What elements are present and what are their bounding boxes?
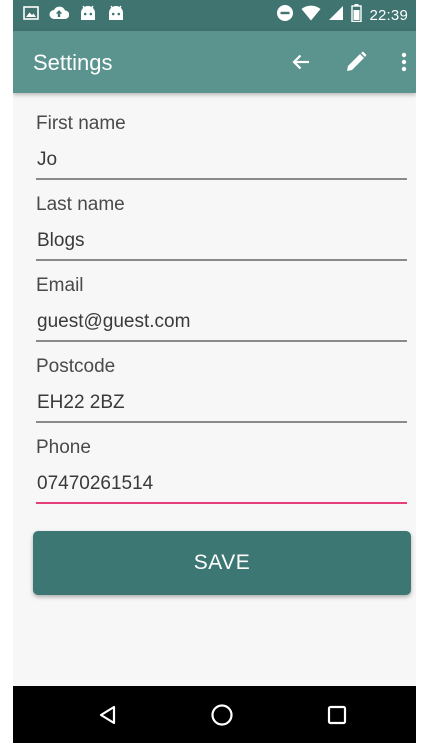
back-button[interactable] (285, 46, 317, 78)
last-name-label: Last name (36, 194, 125, 215)
email-field: Email (36, 255, 407, 342)
first-name-field: First name (36, 93, 407, 180)
system-nav-bar (13, 686, 416, 743)
phone-screen: 22:39 Settings First name Last name Emai… (13, 0, 416, 743)
status-time: 22:39 (369, 6, 408, 24)
home-circle-icon (211, 704, 233, 726)
image-icon (23, 5, 39, 25)
email-label: Email (36, 275, 84, 296)
edit-pencil-icon (347, 51, 367, 71)
recents-square-icon (327, 705, 347, 725)
arrow-back-icon (292, 54, 309, 70)
status-notifications (23, 5, 125, 26)
more-vert-icon (401, 52, 407, 72)
status-system: 22:39 (276, 3, 408, 27)
cloud-upload-icon (49, 5, 70, 25)
app-bar: Settings (13, 31, 416, 93)
battery-icon (351, 3, 363, 27)
save-button[interactable]: SAVE (33, 531, 411, 595)
signal-icon (328, 5, 344, 26)
nav-home-button[interactable] (205, 698, 239, 732)
nav-recents-button[interactable] (320, 698, 354, 732)
phone-input[interactable] (36, 470, 407, 504)
android-icon (107, 5, 125, 26)
do-not-disturb-icon (276, 4, 294, 27)
edit-button[interactable] (340, 46, 372, 78)
wifi-icon (301, 5, 321, 26)
first-name-label: First name (36, 113, 126, 134)
last-name-field: Last name (36, 174, 407, 261)
postcode-label: Postcode (36, 356, 116, 377)
phone-label: Phone (36, 437, 91, 458)
more-options-button[interactable] (388, 46, 416, 78)
page-title: Settings (33, 50, 113, 75)
back-triangle-icon (99, 705, 116, 725)
phone-field: Phone (36, 417, 407, 504)
postcode-field: Postcode (36, 336, 407, 423)
android-icon (79, 5, 97, 26)
status-bar: 22:39 (13, 0, 416, 31)
nav-back-button[interactable] (91, 698, 125, 732)
